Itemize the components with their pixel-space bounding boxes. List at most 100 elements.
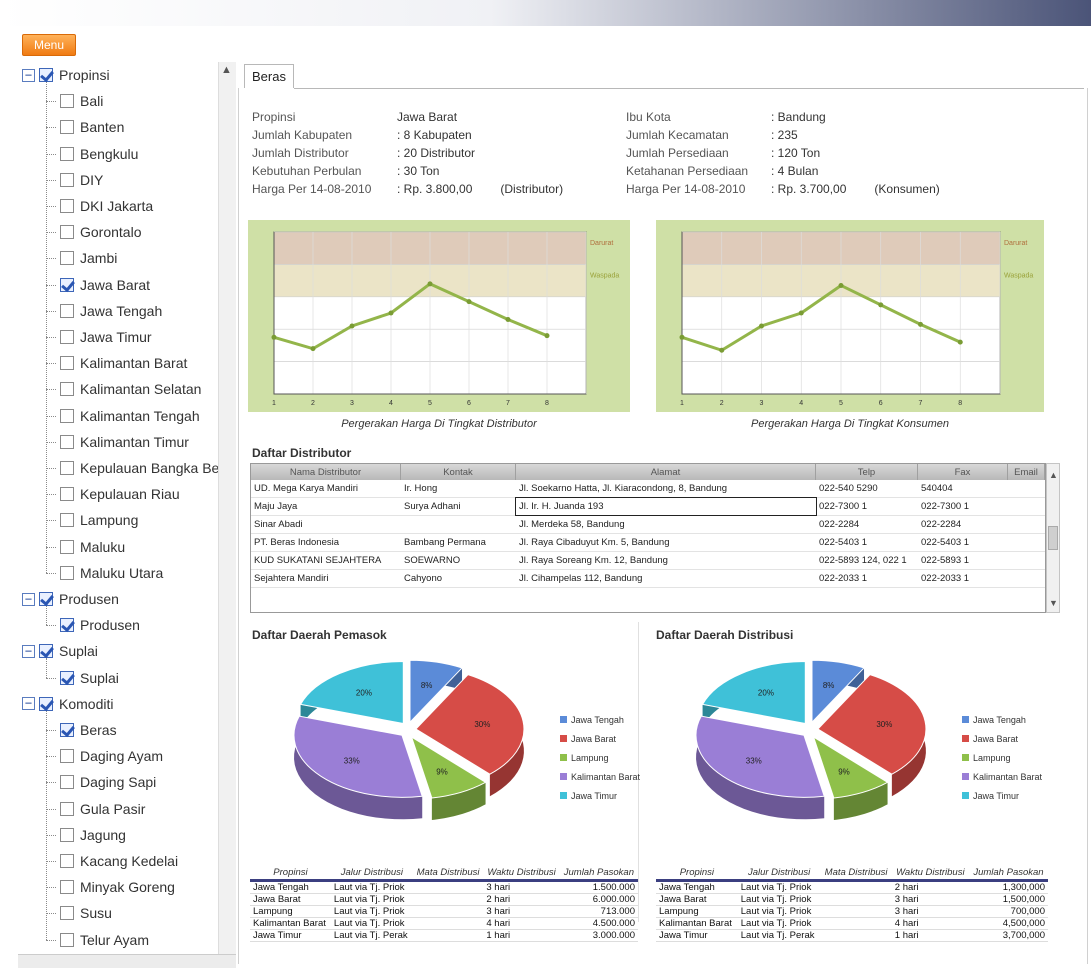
tree-checkbox[interactable] bbox=[60, 906, 74, 921]
table-cell[interactable]: 022-5403 1 bbox=[816, 534, 918, 551]
table-cell[interactable]: 022-2033 1 bbox=[816, 570, 918, 587]
collapse-icon[interactable]: − bbox=[22, 592, 35, 606]
table-cell[interactable]: 022-7300 1 bbox=[816, 498, 918, 515]
tree-checkbox[interactable] bbox=[60, 565, 74, 580]
tree-item-kalimantan-timur[interactable]: Kalimantan Timur bbox=[60, 429, 189, 455]
tree-item-jambi[interactable]: Jambi bbox=[60, 245, 117, 271]
tree-group-komoditi[interactable]: − Komoditi bbox=[22, 691, 113, 717]
tree-checkbox[interactable] bbox=[60, 461, 74, 475]
scroll-down-icon[interactable]: ▼ bbox=[1049, 598, 1058, 608]
tree-checkbox[interactable] bbox=[60, 434, 74, 449]
tree-checkbox[interactable] bbox=[60, 277, 74, 292]
table-cell[interactable] bbox=[1008, 498, 1045, 504]
table-row[interactable]: PT. Beras Indonesia Bambang Permana Jl. Ra… bbox=[251, 534, 1045, 552]
column-header[interactable]: Mata Distribusi bbox=[820, 866, 892, 882]
table-cell[interactable]: Jl. Raya Soreang Km. 12, Bandung bbox=[516, 552, 816, 569]
table-cell[interactable]: 022-2284 bbox=[918, 516, 1008, 533]
column-header[interactable]: Jalur Distribusi bbox=[737, 866, 821, 882]
table-cell[interactable] bbox=[1008, 570, 1045, 576]
table-row[interactable]: Jawa Barat Laut via Tj. Priok 2 hari 6.000.… bbox=[250, 893, 638, 906]
tree-checkbox[interactable] bbox=[60, 775, 74, 790]
table-cell[interactable]: 022-2284 bbox=[816, 516, 918, 533]
distributor-scrollbar[interactable]: ▲ ▼ bbox=[1046, 463, 1060, 613]
table-cell[interactable]: Sejahtera Mandiri bbox=[251, 570, 401, 587]
tab-beras[interactable]: Beras bbox=[244, 64, 294, 88]
tree-item-beras[interactable]: Beras bbox=[60, 717, 117, 743]
column-header[interactable]: Jumlah Pasokan bbox=[559, 866, 638, 882]
column-header[interactable]: Waktu Distribusi bbox=[891, 866, 969, 882]
tree-item-jawa-tengah[interactable]: Jawa Tengah bbox=[60, 298, 162, 324]
table-cell[interactable]: KUD SUKATANI SEJAHTERA bbox=[251, 552, 401, 569]
table-row[interactable]: Lampung Laut via Tj. Priok 3 hari 700,000 bbox=[656, 905, 1048, 918]
column-header[interactable]: Propinsi bbox=[250, 866, 331, 882]
tree-group-propinsi[interactable]: − Propinsi bbox=[22, 62, 110, 88]
tree-item-jagung[interactable]: Jagung bbox=[60, 822, 126, 848]
tree-checkbox[interactable] bbox=[60, 513, 74, 528]
column-header[interactable]: Mata Distribusi bbox=[412, 866, 484, 882]
table-row[interactable]: Kalimantan Barat Laut via Tj. Priok 4 hari… bbox=[656, 917, 1048, 930]
tree-item-lampung[interactable]: Lampung bbox=[60, 507, 138, 533]
tree-item-banten[interactable]: Banten bbox=[60, 114, 124, 140]
table-cell[interactable]: Jl. Raya Cibaduyut Km. 5, Bandung bbox=[516, 534, 816, 551]
table-cell[interactable]: PT. Beras Indonesia bbox=[251, 534, 401, 551]
table-cell[interactable]: 540404 bbox=[918, 480, 1008, 497]
collapse-icon[interactable]: − bbox=[22, 697, 35, 711]
tree-checkbox[interactable] bbox=[60, 801, 74, 816]
tree-item-maluku-utara[interactable]: Maluku Utara bbox=[60, 560, 163, 586]
tree-checkbox[interactable] bbox=[60, 382, 74, 397]
scroll-up-arrow-icon[interactable]: ▲ bbox=[221, 64, 232, 76]
tree-item-kalimantan-selatan[interactable]: Kalimantan Selatan bbox=[60, 376, 201, 402]
table-cell[interactable] bbox=[1008, 552, 1045, 558]
table-cell[interactable]: SOEWARNO bbox=[401, 552, 516, 569]
table-cell[interactable]: Maju Jaya bbox=[251, 498, 401, 515]
table-row[interactable]: Jawa Timur Laut via Tj. Perak 1 hari 3.000.… bbox=[250, 929, 638, 942]
column-header[interactable]: Telp bbox=[816, 464, 918, 480]
scroll-thumb[interactable] bbox=[1048, 526, 1058, 550]
tree-checkbox[interactable] bbox=[60, 251, 74, 266]
tree-item-minyak-goreng[interactable]: Minyak Goreng bbox=[60, 874, 175, 900]
table-row[interactable]: Jawa Barat Laut via Tj. Priok 3 hari 1,500,… bbox=[656, 893, 1048, 906]
tree-checkbox[interactable] bbox=[60, 749, 74, 764]
tree-item-gula-pasir[interactable]: Gula Pasir bbox=[60, 796, 145, 822]
table-cell[interactable] bbox=[1008, 516, 1045, 522]
tree-checkbox[interactable] bbox=[39, 696, 53, 711]
tree-checkbox[interactable] bbox=[60, 723, 74, 737]
tree-checkbox[interactable] bbox=[39, 644, 53, 659]
tree-checkbox[interactable] bbox=[60, 487, 74, 502]
tree-item-kepulauan-bangka-beli[interactable]: Kepulauan Bangka Beli bbox=[60, 455, 226, 481]
table-row[interactable]: Sejahtera Mandiri Cahyono Jl. Cihampelas 1… bbox=[251, 570, 1045, 588]
table-cell[interactable]: Cahyono bbox=[401, 570, 516, 587]
table-cell[interactable]: Ir. Hong bbox=[401, 480, 516, 497]
tree-item-telur-ayam[interactable]: Telur Ayam bbox=[60, 927, 149, 953]
column-header[interactable]: Fax bbox=[918, 464, 1008, 480]
tree-item-daging-ayam[interactable]: Daging Ayam bbox=[60, 743, 163, 769]
tree-group-produsen[interactable]: − Produsen bbox=[22, 586, 119, 612]
tree-checkbox[interactable] bbox=[60, 303, 74, 318]
tree-checkbox[interactable] bbox=[60, 94, 74, 109]
tree-item-diy[interactable]: DIY bbox=[60, 167, 103, 193]
column-header[interactable]: Jumlah Pasokan bbox=[968, 866, 1048, 882]
tree-checkbox[interactable] bbox=[39, 592, 53, 606]
tree-checkbox[interactable] bbox=[60, 120, 74, 135]
table-cell[interactable]: Jl. Cihampelas 112, Bandung bbox=[516, 570, 816, 587]
table-cell[interactable]: 022-5893 1 bbox=[918, 552, 1008, 569]
tree-item-jawa-barat[interactable]: Jawa Barat bbox=[60, 272, 150, 298]
column-header[interactable]: Email bbox=[1008, 464, 1045, 480]
table-row[interactable]: Sinar Abadi Jl. Merdeka 58, Bandung 022-22… bbox=[251, 516, 1045, 534]
table-cell[interactable]: 022-2033 1 bbox=[918, 570, 1008, 587]
tree-item-kacang-kedelai[interactable]: Kacang Kedelai bbox=[60, 848, 178, 874]
table-row[interactable]: Jawa Tengah Laut via Tj. Priok 2 hari 1,300… bbox=[656, 880, 1048, 894]
tree-scrollbar[interactable] bbox=[218, 62, 236, 962]
table-row[interactable]: Lampung Laut via Tj. Priok 3 hari 713.000 bbox=[250, 905, 638, 918]
table-cell[interactable]: 022-5893 124, 022 1 bbox=[816, 552, 918, 569]
table-row[interactable]: Jawa Timur Laut via Tj. Perak 1 hari 3,700,… bbox=[656, 929, 1048, 942]
tree-item-daging-sapi[interactable]: Daging Sapi bbox=[60, 769, 156, 795]
tree-checkbox[interactable] bbox=[60, 827, 74, 842]
tree-item-maluku[interactable]: Maluku bbox=[60, 534, 125, 560]
tree-checkbox[interactable] bbox=[39, 68, 53, 82]
tree-checkbox[interactable] bbox=[60, 146, 74, 161]
tree-item-kalimantan-tengah[interactable]: Kalimantan Tengah bbox=[60, 403, 200, 429]
table-cell[interactable] bbox=[1008, 534, 1045, 540]
tree-checkbox[interactable] bbox=[60, 880, 74, 895]
column-header[interactable]: Alamat bbox=[516, 464, 816, 480]
